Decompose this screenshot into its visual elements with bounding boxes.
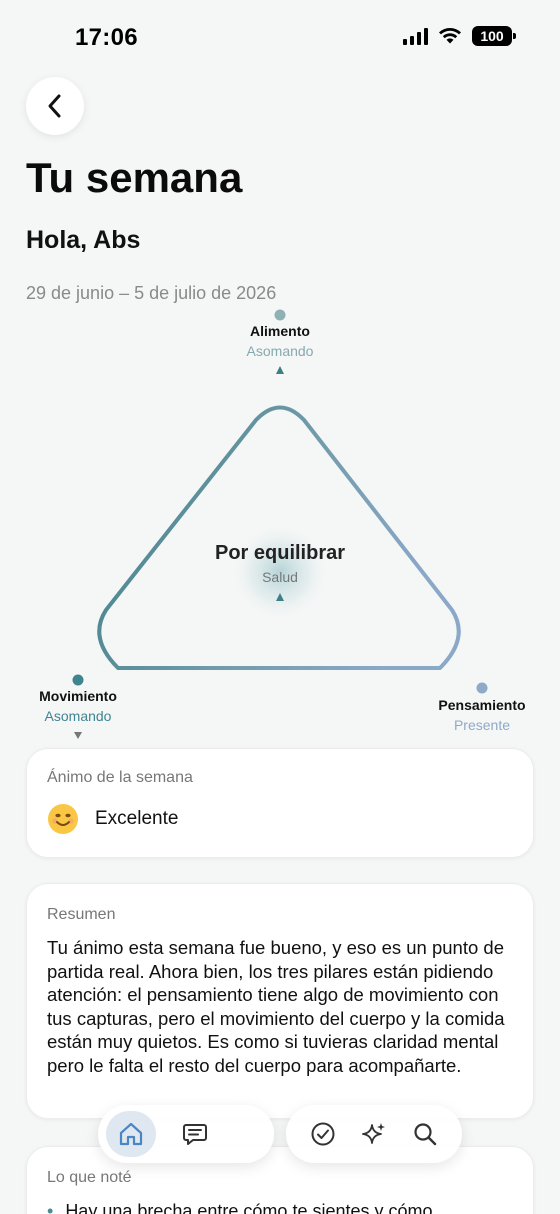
left-vertex-dot (72, 674, 84, 686)
notes-label: Lo que noté (47, 1169, 132, 1186)
check-icon (311, 1122, 335, 1146)
wifi-icon (439, 27, 461, 44)
smiling-face-icon (48, 804, 78, 834)
mood-row: Excelente (47, 803, 513, 835)
chat-icon (183, 1124, 207, 1145)
vertex-top[interactable]: Alimento Asomando (200, 323, 360, 359)
battery-icon: 100 (472, 26, 516, 46)
tab-group-primary (98, 1105, 274, 1163)
cellular-signal-icon (403, 27, 428, 45)
chevron-left-icon (48, 94, 61, 118)
mood-card: Ánimo de la semana Excelente (26, 748, 534, 858)
status-icons: 100 (403, 26, 516, 46)
vertex-top-name: Alimento (250, 323, 310, 339)
back-button[interactable] (26, 77, 84, 135)
search-icon (414, 1123, 437, 1146)
left-marker-icon (74, 732, 82, 739)
center-summary: Por equilibrar Salud (180, 542, 380, 585)
vertex-left-name: Movimiento (39, 688, 117, 704)
top-vertex-dot (274, 309, 286, 321)
tab-home[interactable] (106, 1111, 156, 1157)
tab-search[interactable] (400, 1111, 450, 1157)
mood-value: Excelente (95, 808, 179, 829)
notes-item-text: Hay una brecha entre cómo te sientes y c… (65, 1201, 433, 1214)
vertex-right[interactable]: Pensamiento Presente (402, 697, 560, 733)
vertex-left-state: Asomando (44, 708, 112, 724)
tab-ai[interactable] (349, 1111, 399, 1157)
summary-card: Resumen Tu ánimo esta semana fue bueno, … (26, 883, 534, 1119)
summary-text: Tu ánimo esta semana fue bueno, y eso es… (47, 937, 505, 1076)
page-title: Tu semana (26, 154, 243, 201)
status-time: 17:06 (75, 24, 138, 51)
tab-chat[interactable] (170, 1111, 220, 1157)
vertex-left[interactable]: Movimiento Asomando (0, 688, 158, 724)
vertex-right-name: Pensamiento (438, 697, 526, 713)
right-vertex-dot (476, 682, 488, 694)
bullet-icon: • (47, 1201, 54, 1214)
center-subtitle: Salud (262, 569, 298, 585)
mood-label: Ánimo de la semana (47, 769, 193, 786)
vertex-top-state: Asomando (246, 343, 314, 359)
top-marker-icon (276, 366, 284, 374)
tab-tasks[interactable] (298, 1111, 348, 1157)
sparkle-icon (362, 1123, 385, 1144)
list-item: • Hay una brecha entre cómo te sientes y… (47, 1201, 513, 1214)
summary-label: Resumen (47, 906, 116, 923)
vertex-right-state: Presente (453, 717, 511, 733)
home-icon (119, 1122, 143, 1146)
balance-triangle: Alimento Asomando Por equilibrar Salud M… (0, 300, 560, 750)
greeting: Hola, Abs (26, 226, 141, 254)
status-bar: 17:06 100 (0, 0, 560, 76)
triangle-graphic (72, 309, 488, 739)
tab-group-secondary (286, 1105, 462, 1163)
tab-bar (0, 1105, 560, 1165)
center-title: Por equilibrar (214, 542, 346, 564)
